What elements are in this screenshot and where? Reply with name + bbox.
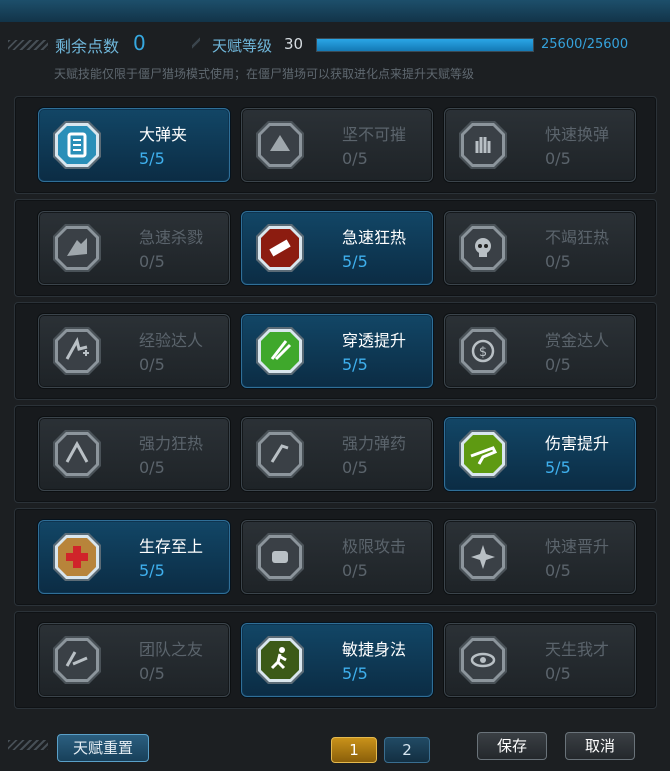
skill-name: 经验达人 xyxy=(139,331,204,350)
skill-level: 5/5 xyxy=(342,252,368,271)
skill-name: 团队之友 xyxy=(139,640,204,659)
skill-level: 0/5 xyxy=(342,458,368,477)
points-value: 0 xyxy=(133,31,146,55)
skill-name: 强力弹药 xyxy=(342,434,407,453)
runner-icon xyxy=(252,632,308,688)
skill-card[interactable]: 天生我才 0/5 xyxy=(444,623,636,697)
svg-text:$: $ xyxy=(479,345,487,360)
skill-level: 0/5 xyxy=(342,149,368,168)
skill-card[interactable]: 极限攻击 0/5 xyxy=(241,520,433,594)
skill-level: 5/5 xyxy=(545,458,571,477)
skill-level: 0/5 xyxy=(545,149,571,168)
points-label: 剩余点数 xyxy=(55,37,120,56)
skill-level: 0/5 xyxy=(139,664,165,683)
skill-level: 0/5 xyxy=(342,561,368,580)
skill-level: 0/5 xyxy=(545,664,571,683)
magazine-icon xyxy=(49,117,105,173)
talent-level-value: 30 xyxy=(284,35,304,53)
skill-level: 0/5 xyxy=(545,355,571,374)
skill-name: 强力狂热 xyxy=(139,434,204,453)
skill-card[interactable]: 坚不可摧 0/5 xyxy=(241,108,433,182)
page-2-button[interactable]: 2 xyxy=(384,737,430,763)
skill-name: 坚不可摧 xyxy=(342,125,407,144)
skill-card[interactable]: 团队之友 0/5 xyxy=(38,623,230,697)
exp-plus-icon xyxy=(49,323,105,379)
skill-card[interactable]: 穿透提升 5/5 xyxy=(241,314,433,388)
skull-icon xyxy=(455,220,511,276)
skill-name: 极限攻击 xyxy=(342,537,407,556)
skill-level: 5/5 xyxy=(342,355,368,374)
skill-name: 天生我才 xyxy=(545,640,610,659)
skill-card[interactable]: 急速杀戮 0/5 xyxy=(38,211,230,285)
talent-note: 天赋技能仅限于僵尸猎场模式使用；在僵尸猎场可以获取进化点来提升天赋等级 xyxy=(54,67,475,81)
save-button[interactable]: 保存 xyxy=(477,732,547,760)
header-stripes xyxy=(8,40,48,50)
skill-level: 0/5 xyxy=(545,561,571,580)
skill-card[interactable]: 快速晋升 0/5 xyxy=(444,520,636,594)
skill-card[interactable]: 大弹夹 5/5 xyxy=(38,108,230,182)
exp-progress-text: 25600/25600 xyxy=(541,37,629,52)
skill-name: 快速晋升 xyxy=(545,537,610,556)
hand-icon xyxy=(455,117,511,173)
skill-level: 0/5 xyxy=(139,252,165,271)
skill-name: 穿透提升 xyxy=(342,331,407,350)
skill-card[interactable]: 强力狂热 0/5 xyxy=(38,417,230,491)
fist-icon xyxy=(252,529,308,585)
penetration-icon xyxy=(252,323,308,379)
skill-level: 5/5 xyxy=(139,149,165,168)
exp-progress-bar xyxy=(316,38,534,52)
skill-name: 大弹夹 xyxy=(139,125,188,144)
skill-level: 0/5 xyxy=(139,355,165,374)
rifle-icon xyxy=(455,426,511,482)
footer-stripes xyxy=(8,740,48,750)
skill-name: 敏捷身法 xyxy=(342,640,407,659)
frenzy-icon xyxy=(252,220,308,276)
skill-card[interactable]: 经验达人 0/5 xyxy=(38,314,230,388)
skill-card[interactable]: 强力弹药 0/5 xyxy=(241,417,433,491)
skill-card[interactable]: 生存至上 5/5 xyxy=(38,520,230,594)
skill-name: 赏金达人 xyxy=(545,331,610,350)
skill-card[interactable]: 急速狂热 5/5 xyxy=(241,211,433,285)
skill-name: 快速换弹 xyxy=(545,125,610,144)
skill-name: 伤害提升 xyxy=(545,434,610,453)
team-gun-icon xyxy=(49,632,105,688)
power-frenzy-icon xyxy=(49,426,105,482)
burst-icon xyxy=(455,529,511,585)
skill-name: 不竭狂热 xyxy=(545,228,610,247)
skill-card[interactable]: 伤害提升 5/5 xyxy=(444,417,636,491)
skill-card[interactable]: 敏捷身法 5/5 xyxy=(241,623,433,697)
skill-name: 急速杀戮 xyxy=(139,228,204,247)
talent-level-label: 天赋等级 xyxy=(212,37,273,55)
exp-progress-fill xyxy=(317,39,533,51)
cancel-button[interactable]: 取消 xyxy=(565,732,635,760)
medical-cross-icon xyxy=(49,529,105,585)
eye-icon xyxy=(455,632,511,688)
window-top-bar xyxy=(0,0,670,23)
skill-level: 0/5 xyxy=(139,458,165,477)
skill-name: 急速狂热 xyxy=(342,228,407,247)
claw-icon xyxy=(49,220,105,276)
skill-level: 5/5 xyxy=(342,664,368,683)
page-1-button[interactable]: 1 xyxy=(331,737,377,763)
header-divider xyxy=(192,28,200,58)
skill-card[interactable]: 快速换弹 0/5 xyxy=(444,108,636,182)
skill-card[interactable]: 不竭狂热 0/5 xyxy=(444,211,636,285)
skill-level: 5/5 xyxy=(139,561,165,580)
armor-icon xyxy=(252,117,308,173)
skill-name: 生存至上 xyxy=(139,537,204,556)
dollar-icon: $ xyxy=(455,323,511,379)
skill-card[interactable]: $ 赏金达人 0/5 xyxy=(444,314,636,388)
talent-reset-button[interactable]: 天赋重置 xyxy=(57,734,149,762)
ammo-icon xyxy=(252,426,308,482)
skill-level: 0/5 xyxy=(545,252,571,271)
